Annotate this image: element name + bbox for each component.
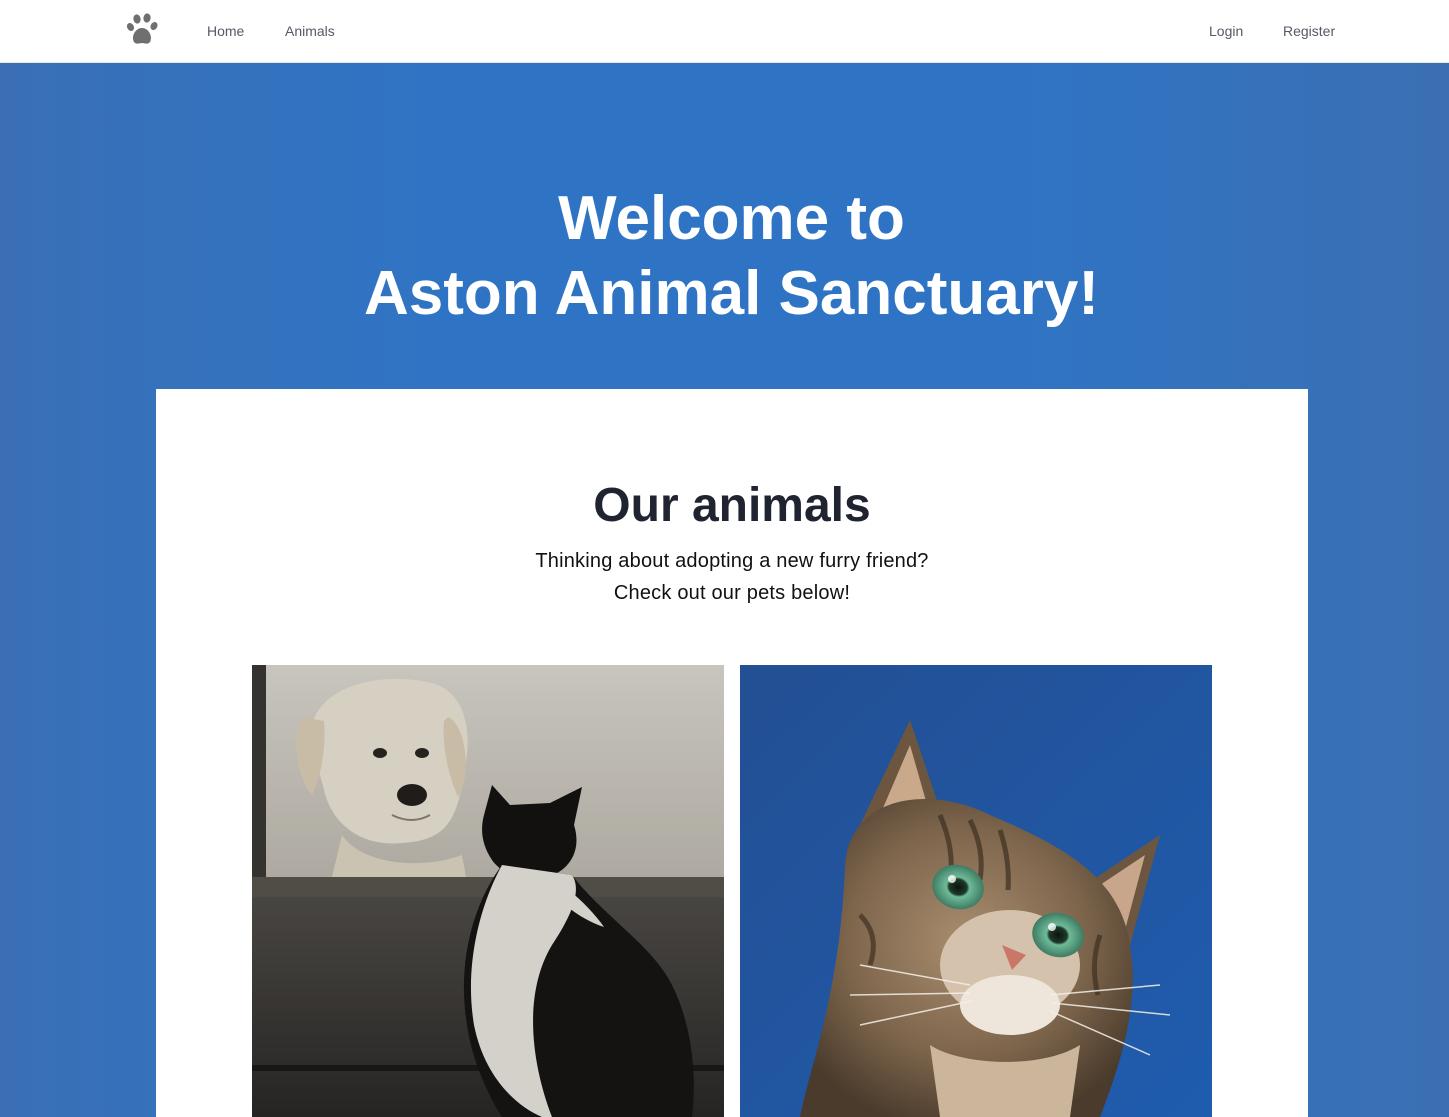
nav-link-animals[interactable]: Animals (285, 22, 335, 40)
hero-title-line1: Welcome to (558, 184, 905, 253)
animals-card: Our animals Thinking about adopting a ne… (156, 389, 1308, 1117)
nav-link-register[interactable]: Register (1283, 22, 1335, 40)
hero-title-line2: Aston Animal Sanctuary! (364, 259, 1099, 328)
animal-photo-dog-and-cat[interactable] (252, 665, 724, 1117)
nav-link-home[interactable]: Home (207, 22, 244, 40)
animal-photo-tabby-cat[interactable] (740, 665, 1212, 1117)
section-subtitle-line2: Check out our pets below! (613, 582, 851, 604)
nav-link-login[interactable]: Login (1209, 22, 1243, 40)
section-subtitle: Thinking about adopting a new furry frie… (156, 545, 1308, 609)
paw-logo-icon[interactable] (124, 10, 164, 50)
hero-title: Welcome to Aston Animal Sanctuary! (0, 181, 1449, 331)
section-title: Our animals (593, 479, 871, 532)
top-navbar: Home Animals Login Register (0, 0, 1449, 63)
section-subtitle-line1: Thinking about adopting a new furry frie… (535, 550, 929, 572)
